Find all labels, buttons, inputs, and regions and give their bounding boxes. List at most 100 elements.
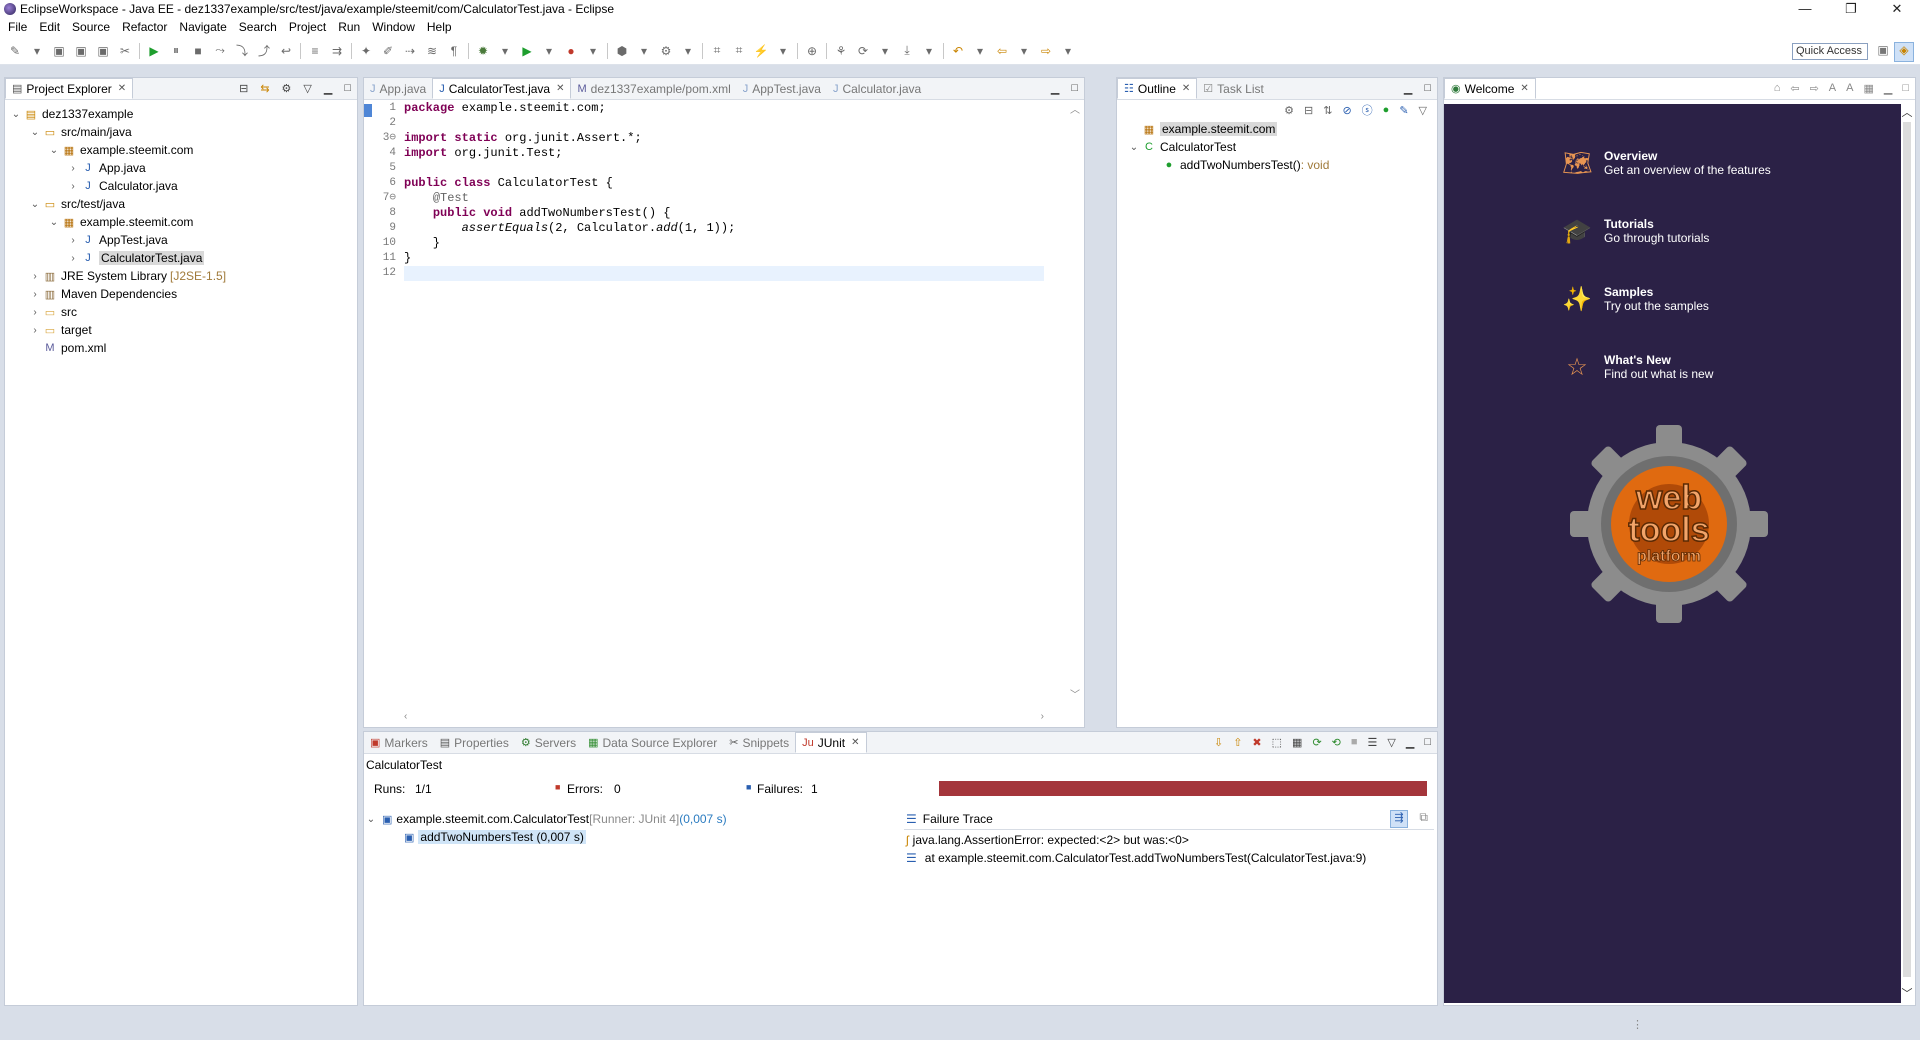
menu-search[interactable]: Search	[233, 20, 283, 34]
tree-item[interactable]: ⌄ ▦ example.steemit.com	[9, 141, 357, 159]
toolbar-button-icon[interactable]: ⚘	[832, 43, 850, 59]
toolbar-button-icon[interactable]: ▾	[920, 43, 938, 59]
view-menu-icon[interactable]: ▽	[1387, 736, 1395, 749]
toolbar-button-icon[interactable]: ⇦	[993, 43, 1011, 59]
sort-icon[interactable]: ⇅	[1323, 104, 1332, 117]
toolbar-button-icon[interactable]: ↩	[277, 43, 295, 59]
customize-icon[interactable]: ▦	[1863, 82, 1873, 95]
toolbar-button-icon[interactable]: ▾	[1059, 43, 1077, 59]
magnify-icon[interactable]: A	[1829, 82, 1836, 95]
tree-item[interactable]: › J App.java	[9, 159, 357, 177]
code-line[interactable]: }	[404, 236, 1044, 251]
twisty-icon[interactable]: ⌄	[28, 127, 42, 138]
hide-nonpublic-icon[interactable]: ●	[1383, 104, 1390, 116]
history-icon[interactable]: ☰	[1368, 736, 1378, 749]
menu-edit[interactable]: Edit	[33, 20, 66, 34]
toolbar-button-icon[interactable]: ⇢	[401, 43, 419, 59]
toolbar-button-icon[interactable]: ▾	[635, 43, 653, 59]
toolbar-button-icon[interactable]: ●	[562, 43, 580, 59]
filter-stack-icon[interactable]: ⇶	[1390, 810, 1408, 828]
tree-item[interactable]: ⌄ ▭ src/main/java	[9, 123, 357, 141]
minimize-icon[interactable]: ▁	[1404, 82, 1412, 95]
toolbar-button-icon[interactable]: ⬢	[613, 43, 631, 59]
filter-icon[interactable]: ⚙	[282, 82, 292, 95]
tab-junit[interactable]: Ju JUnit ✕	[795, 732, 867, 753]
twisty-icon[interactable]: ⌄	[364, 814, 378, 825]
close-icon[interactable]: ✕	[556, 83, 564, 94]
welcome-link-tutorials[interactable]: 🎓 Tutorials Go through tutorials	[1562, 217, 1709, 247]
tab-apptest-java[interactable]: J AppTest.java	[737, 78, 827, 99]
close-icon[interactable]: ✕	[851, 737, 859, 748]
twisty-icon[interactable]: ⌄	[47, 145, 61, 156]
tree-item[interactable]: › J AppTest.java	[9, 231, 357, 249]
minimize-button[interactable]: —	[1782, 0, 1828, 17]
twisty-icon[interactable]: ›	[66, 163, 80, 174]
menu-file[interactable]: File	[2, 20, 33, 34]
junit-suite-row[interactable]: ⌄ ▣ example.steemit.com.CalculatorTest […	[364, 810, 894, 828]
code-line[interactable]	[404, 266, 1044, 281]
menu-run[interactable]: Run	[332, 20, 366, 34]
outline-item[interactable]: ▦ example.steemit.com	[1127, 120, 1437, 138]
fold-icon[interactable]: ⊖	[389, 192, 396, 204]
tree-item[interactable]: Mpom.xml	[9, 339, 357, 357]
java-ee-perspective-icon[interactable]: ◈	[1894, 42, 1914, 62]
close-icon[interactable]: ✕	[1520, 83, 1528, 94]
code-line[interactable]: @Test	[404, 191, 1044, 206]
code-line[interactable]: assertEquals(2, Calculator.add(1, 1));	[404, 221, 1044, 236]
tree-item[interactable]: ⌄ ▤ dez1337example	[9, 105, 357, 123]
tree-item[interactable]: ⌄ ▭ src/test/java	[9, 195, 357, 213]
twisty-icon[interactable]: ›	[66, 253, 80, 264]
outline-item[interactable]: ⌄ C CalculatorTest	[1127, 138, 1437, 156]
toolbar-button-icon[interactable]: ▾	[1015, 43, 1033, 59]
toolbar-button-icon[interactable]: ▣	[94, 43, 112, 59]
fold-icon[interactable]: ⊖	[389, 132, 396, 144]
toolbar-button-icon[interactable]: ≋	[423, 43, 441, 59]
toolbar-button-icon[interactable]: ▣	[72, 43, 90, 59]
maximize-icon[interactable]: □	[1071, 82, 1078, 95]
tab-task-list[interactable]: ☑ Task List	[1197, 78, 1270, 99]
tab-data-source-explorer[interactable]: ▦ Data Source Explorer	[582, 732, 723, 753]
toolbar-button-icon[interactable]: ↶	[949, 43, 967, 59]
tree-item[interactable]: › ▥ JRE System Library [J2SE-1.5]	[9, 267, 357, 285]
hide-fields-icon[interactable]: ⊘	[1342, 104, 1351, 117]
maximize-icon[interactable]: □	[1424, 82, 1431, 95]
tab-outline[interactable]: ☷ Outline ✕	[1117, 78, 1198, 99]
junit-test-row[interactable]: ▣ addTwoNumbersTest (0,007 s)	[364, 828, 894, 846]
toolbar-button-icon[interactable]: ✎	[6, 43, 24, 59]
welcome-link-overview[interactable]: 🗺 Overview Get an overview of the features	[1562, 149, 1771, 179]
twisty-icon[interactable]: ⌄	[1127, 142, 1141, 153]
close-icon[interactable]: ✕	[1182, 83, 1190, 94]
show-skipped-icon[interactable]: ▦	[1292, 736, 1302, 749]
link-editor-icon[interactable]: ⇆	[260, 82, 269, 95]
reduce-icon[interactable]: A	[1846, 82, 1853, 95]
twisty-icon[interactable]: ›	[66, 181, 80, 192]
toolbar-button-icon[interactable]: ¶	[445, 43, 463, 59]
menu-project[interactable]: Project	[283, 20, 332, 34]
vertical-scrollbar[interactable]: ︿ ﹀	[1068, 101, 1082, 701]
toolbar-button-icon[interactable]: ⤓	[898, 43, 916, 59]
home-icon[interactable]: ⌂	[1774, 82, 1781, 95]
tab-welcome[interactable]: ◉ Welcome ✕	[1444, 78, 1536, 99]
focus-icon[interactable]: ⚙	[1284, 104, 1294, 117]
menu-window[interactable]: Window	[366, 20, 421, 34]
code-line[interactable]	[404, 116, 1044, 131]
toolbar-button-icon[interactable]: ⚙	[657, 43, 675, 59]
menu-help[interactable]: Help	[421, 20, 458, 34]
toolbar-button-icon[interactable]: ▶	[518, 43, 536, 59]
previous-failure-icon[interactable]: ⇧	[1233, 736, 1242, 749]
toolbar-button-icon[interactable]: ✹	[474, 43, 492, 59]
close-icon[interactable]: ✕	[118, 83, 126, 94]
code-line[interactable]: }	[404, 251, 1044, 266]
tab-snippets[interactable]: ✂ Snippets	[723, 732, 795, 753]
welcome-scrollbar[interactable]: ︿ ﹀	[1901, 104, 1913, 1003]
code-line[interactable]: public class CalculatorTest {	[404, 176, 1044, 191]
tree-item[interactable]: › ▭ target	[9, 321, 357, 339]
scroll-lock-icon[interactable]: ⬚	[1272, 736, 1282, 749]
tree-item[interactable]: › ▥ Maven Dependencies	[9, 285, 357, 303]
toolbar-button-icon[interactable]: ≡	[306, 43, 324, 59]
tab-servers[interactable]: ⚙ Servers	[515, 732, 582, 753]
twisty-icon[interactable]: ⌄	[9, 109, 23, 120]
view-menu-icon[interactable]: ▽	[303, 82, 311, 95]
back-icon[interactable]: ⇦	[1790, 82, 1799, 95]
toolbar-button-icon[interactable]: ▣	[50, 43, 68, 59]
